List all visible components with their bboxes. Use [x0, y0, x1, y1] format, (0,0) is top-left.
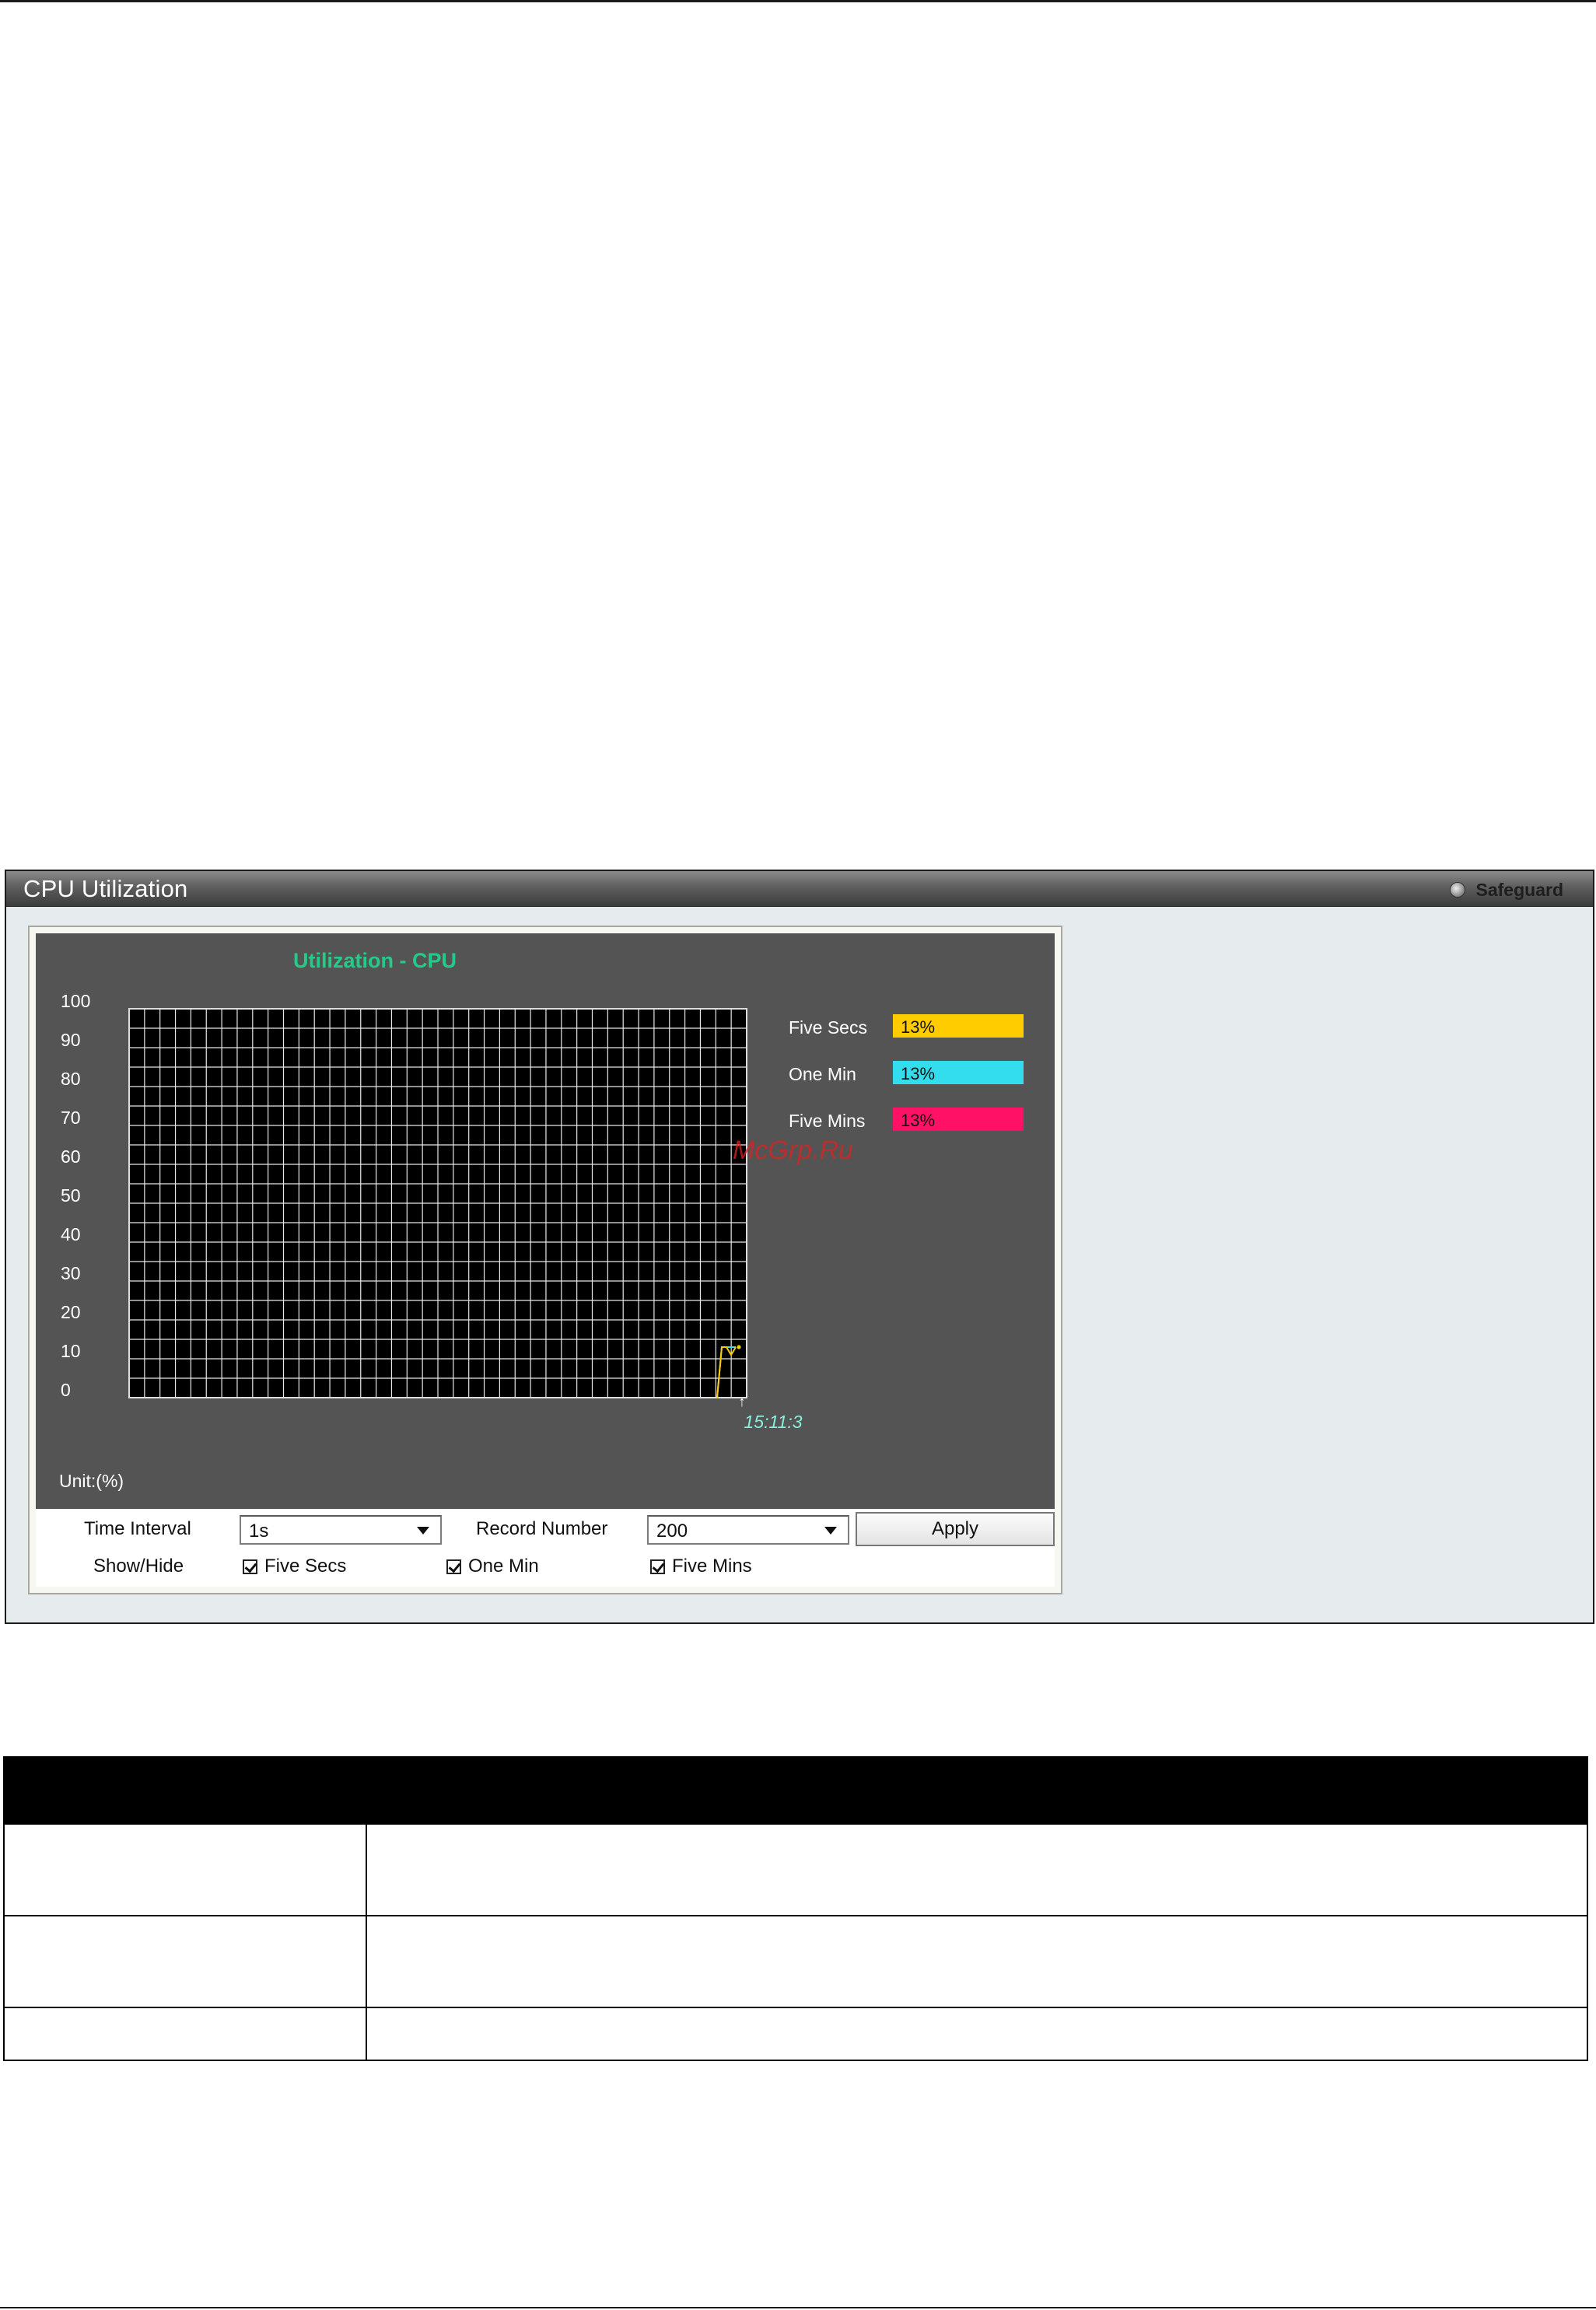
chart-grid [128, 1008, 747, 1398]
time-interval-label: Time Interval [84, 1518, 191, 1539]
one-min-checkbox[interactable]: One Min [446, 1556, 539, 1577]
watermark: McGrp.Ru [733, 1136, 853, 1165]
page-bottom-rule [0, 2307, 1596, 2308]
table-cell [366, 1915, 1588, 2008]
table-cell [3, 1823, 367, 1916]
apply-button[interactable]: Apply [856, 1512, 1055, 1546]
time-interval-value: 1s [249, 1521, 269, 1542]
y-tick-label: 40 [61, 1224, 81, 1244]
table-cell [3, 2007, 367, 2061]
five-mins-checkbox[interactable]: Five Mins [650, 1556, 752, 1577]
cpu-utilization-chart: Utilization - CPU 1009080706050403020100… [59, 949, 1024, 1491]
table-cell [3, 1915, 367, 2008]
record-number-label: Record Number [476, 1518, 608, 1539]
cpu-utilization-window: CPU Utilization Safeguard Utilization - … [5, 870, 1594, 1624]
chart-controls: Time Interval 1s Record Number 200 Apply… [36, 1509, 1055, 1587]
y-tick-label: 100 [61, 991, 90, 1011]
safeguard-status-icon [1449, 882, 1465, 898]
five-mins-checkbox-label: Five Mins [672, 1556, 752, 1577]
one-min-checkbox-label: One Min [468, 1556, 539, 1577]
y-tick-label: 10 [61, 1341, 81, 1361]
y-tick-label: 90 [61, 1030, 81, 1050]
chart-legend: Five Secs 13% One Min 13% Five Mins 13% [789, 1014, 1024, 1131]
unit-label: Unit:(%) [59, 1471, 124, 1491]
table-header-row [3, 1756, 1588, 1825]
chevron-down-icon [417, 1527, 429, 1535]
page-top-rule [0, 0, 1596, 2]
table-row [3, 1823, 1588, 1916]
show-hide-label: Show/Hide [93, 1556, 184, 1577]
legend-value: 13% [901, 1111, 935, 1130]
record-number-select[interactable]: 200 [647, 1515, 849, 1545]
time-marker-arrow: ↑ [739, 1394, 746, 1409]
checkbox-checked-icon[interactable] [446, 1559, 461, 1574]
chevron-down-icon [824, 1527, 837, 1535]
table-header-cell [3, 1756, 367, 1825]
y-axis-ticks: 1009080706050403020100 [61, 991, 90, 1400]
x-time-label: 15:11:3 [744, 1412, 802, 1432]
five-secs-checkbox[interactable]: Five Secs [243, 1556, 346, 1577]
cpu-chart-area: Utilization - CPU 100 90 80 70 60 50 40 30 20 10 0… [36, 933, 1055, 1509]
table-row [3, 2007, 1588, 2061]
y-tick-label: 80 [61, 1069, 81, 1089]
chart-title: Utilization - CPU [293, 949, 457, 972]
legend-label: Five Mins [789, 1111, 865, 1131]
legend-value: 13% [901, 1017, 935, 1037]
safeguard-label: Safeguard [1475, 879, 1563, 900]
description-table [3, 1756, 1588, 2061]
window-titlebar: CPU Utilization Safeguard [6, 871, 1593, 907]
checkbox-checked-icon[interactable] [243, 1559, 257, 1574]
five-secs-checkbox-label: Five Secs [264, 1556, 347, 1577]
y-tick-label: 70 [61, 1108, 81, 1128]
y-tick-label: 20 [61, 1302, 81, 1322]
record-number-value: 200 [656, 1521, 688, 1542]
window-title: CPU Utilization [23, 875, 188, 902]
legend-value: 13% [901, 1064, 935, 1083]
series-point [737, 1345, 741, 1349]
y-tick-label: 50 [61, 1185, 81, 1206]
legend-label: Five Secs [789, 1017, 867, 1038]
legend-label: One Min [789, 1064, 856, 1084]
table-row [3, 1915, 1588, 2008]
y-tick-label: 0 [61, 1380, 71, 1400]
y-tick-label: 60 [61, 1146, 81, 1167]
utilization-panel: Utilization - CPU 100 90 80 70 60 50 40 30 20 10 0… [28, 926, 1062, 1594]
table-cell [366, 1823, 1588, 1916]
table-header-cell [366, 1756, 1588, 1825]
checkbox-checked-icon[interactable] [650, 1559, 665, 1574]
y-tick-label: 30 [61, 1263, 81, 1283]
table-cell [366, 2007, 1588, 2061]
time-interval-select[interactable]: 1s [240, 1515, 442, 1545]
safeguard-indicator[interactable]: Safeguard [1449, 879, 1563, 901]
